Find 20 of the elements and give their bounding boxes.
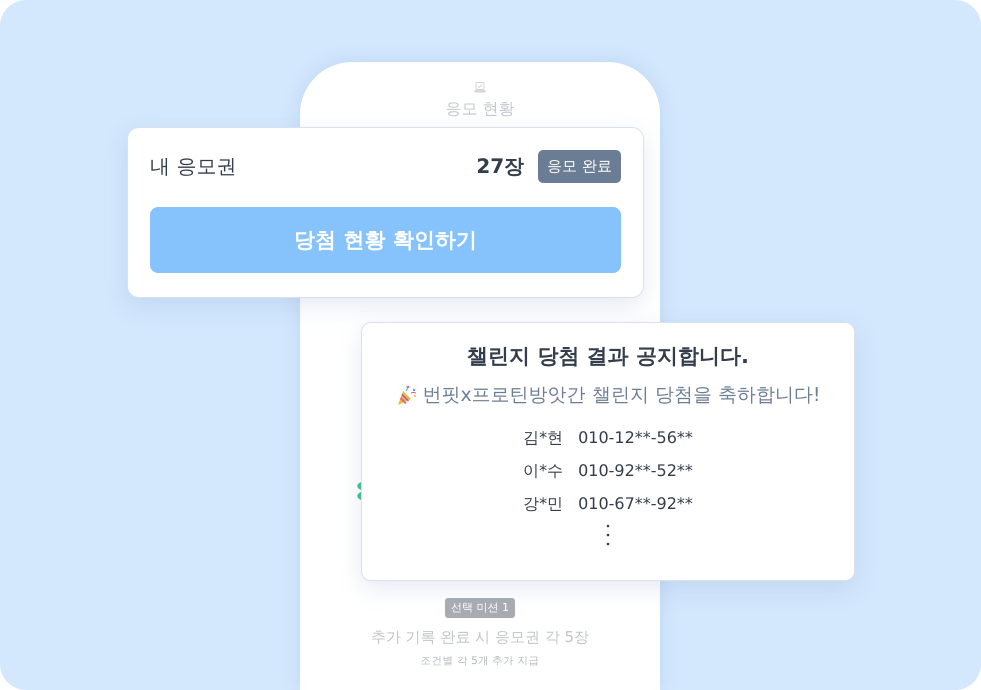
vertical-ellipsis-icon xyxy=(606,524,610,546)
status-badge: 응모 완료 xyxy=(538,150,621,183)
mission-badge: 선택 미션 1 xyxy=(445,598,515,618)
winner-phone: 010-92**-52** xyxy=(578,460,693,482)
phone-title: 응모 현황 xyxy=(445,99,515,119)
ticket-label: 내 응모권 xyxy=(150,153,238,180)
ballot-box-icon xyxy=(474,82,486,93)
winner-name: 이*수 xyxy=(523,460,564,482)
winner-phone: 010-67**-92** xyxy=(578,493,693,515)
notice-title: 챌린지 당첨 결과 공지합니다. xyxy=(467,343,749,370)
arc-icon xyxy=(355,481,361,501)
notice-subtitle: 번핏x프로틴방앗간 챌린지 당첨을 축하합니다! xyxy=(422,383,820,408)
ticket-count: 27장 xyxy=(476,153,524,180)
mission-title: 추가 기록 완료 시 응모권 각 5장 xyxy=(370,627,590,648)
winner-name: 강*민 xyxy=(523,493,564,515)
mission-note: 조건별 각 5개 추가 지급 xyxy=(420,654,540,668)
winner-phone: 010-12**-56** xyxy=(578,427,693,449)
check-results-button[interactable]: 당첨 현황 확인하기 xyxy=(150,207,621,273)
party-popper-icon xyxy=(396,384,418,406)
winner-name: 김*현 xyxy=(523,427,564,449)
